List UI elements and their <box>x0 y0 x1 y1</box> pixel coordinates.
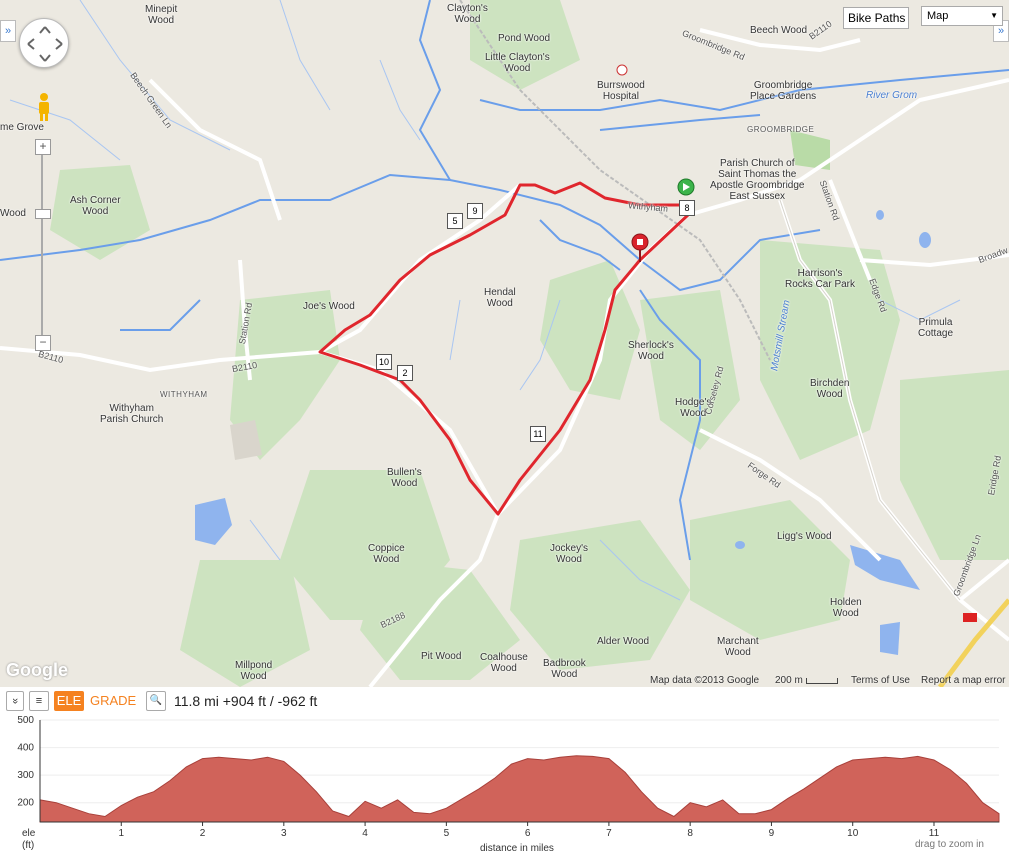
label-wood-left: Wood <box>0 208 26 219</box>
x-tick-label: 9 <box>769 828 775 839</box>
label-burrswood-hospital: Burrswood Hospital <box>597 80 645 102</box>
label-millpond-wood: Millpond Wood <box>235 660 273 682</box>
label-hendal-wood: Hendal Wood <box>484 287 516 309</box>
label-claytons-wood: Clayton's Wood <box>447 3 488 25</box>
x-tick-label: 1 <box>118 828 124 839</box>
bike-paths-button[interactable]: Bike Paths <box>843 7 909 29</box>
terms-of-use-link[interactable]: Terms of Use <box>851 675 910 686</box>
x-axis-label: distance in miles <box>480 843 554 854</box>
x-tick-label: 8 <box>687 828 693 839</box>
elevation-chart[interactable]: 200 300 400 500 1 2 3 4 5 6 7 8 9 10 11 <box>0 687 1009 859</box>
label-pit-wood: Pit Wood <box>421 651 462 662</box>
map-type-select[interactable]: Map ▼ <box>921 6 1003 26</box>
label-bullens-wood: Bullen's Wood <box>387 467 422 489</box>
label-jockeys-wood: Jockey's Wood <box>550 543 589 565</box>
elevation-profile-panel: » ≡ ELE GRADE 🔍 11.8 mi +904 ft / -962 f… <box>0 687 1009 859</box>
zoom-out-button[interactable]: − <box>35 335 51 351</box>
street-view-pegman-icon[interactable] <box>36 92 52 122</box>
x-tick-label: 2 <box>200 828 206 839</box>
label-withyham: WITHYHAM <box>160 390 208 399</box>
label-coalhouse-wood: Coalhouse Wood <box>480 652 528 674</box>
label-ash-corner-wood: Ash Corner Wood <box>70 195 121 217</box>
map-data-attribution: Map data ©2013 Google <box>650 675 760 686</box>
label-coppice-wood: Coppice Wood <box>368 543 405 565</box>
chevron-down-icon: ▼ <box>990 11 998 20</box>
label-home-grove: me Grove <box>0 122 44 133</box>
route-marker[interactable]: 8 <box>679 200 695 216</box>
drag-zoom-hint: drag to zoom in <box>915 839 984 850</box>
x-tick-label: 10 <box>847 828 859 839</box>
pan-arrows-icon <box>27 26 63 62</box>
map-type-value: Map <box>927 10 949 22</box>
label-minepit-wood: Minepit Wood <box>145 4 178 26</box>
label-groombridge-place: Groombridge Place Gardens <box>750 80 817 102</box>
label-liggs-wood: Ligg's Wood <box>777 531 832 542</box>
label-joes-wood: Joe's Wood <box>303 301 355 312</box>
x-tick-label: 11 <box>929 828 940 839</box>
label-primula-cottage: Primula Cottage <box>918 317 954 339</box>
zoom-slider-track[interactable] <box>41 140 43 350</box>
google-logo[interactable]: Google <box>6 660 68 681</box>
route-marker[interactable]: 10 <box>376 354 392 370</box>
label-badbrook-wood: Badbrook Wood <box>543 658 586 680</box>
route-marker[interactable]: 5 <box>447 213 463 229</box>
label-marchant-wood: Marchant Wood <box>717 636 759 658</box>
pan-control[interactable] <box>19 18 69 68</box>
label-alder-wood: Alder Wood <box>597 636 650 647</box>
label-sherlocks-wood: Sherlock's Wood <box>628 340 674 362</box>
zoom-in-button[interactable]: + <box>35 139 51 155</box>
scale-bar <box>806 678 838 684</box>
label-withyham-parish-church: Withyham Parish Church <box>100 403 164 425</box>
y-tick-label: 500 <box>17 715 34 726</box>
label-pond-wood: Pond Wood <box>498 33 551 44</box>
label-groombridge: GROOMBRIDGE <box>747 125 815 134</box>
route-marker[interactable]: 9 <box>467 203 483 219</box>
route-marker[interactable]: 11 <box>530 426 546 442</box>
x-tick-label: 5 <box>444 828 450 839</box>
label-river-grom: River Grom <box>866 90 918 101</box>
label-holden-wood: Holden Wood <box>830 597 862 619</box>
zoom-slider-handle[interactable] <box>35 209 51 219</box>
y-tick-label: 300 <box>17 770 34 781</box>
y-tick-label: 400 <box>17 743 34 754</box>
y-tick-label: 200 <box>17 798 34 809</box>
x-tick-label: 4 <box>362 828 368 839</box>
label-little-claytons-wood: Little Clayton's Wood <box>485 52 550 74</box>
x-tick-label: 7 <box>606 828 612 839</box>
elevation-area <box>39 755 1000 823</box>
label-parish-church-st-thomas: Parish Church of Saint Thomas the Apostl… <box>710 158 805 202</box>
left-panel-toggle-icon[interactable]: » <box>0 20 16 42</box>
label-harrisons-rocks: Harrison's Rocks Car Park <box>785 268 856 290</box>
x-tick-label: 3 <box>281 828 287 839</box>
label-beech-wood: Beech Wood <box>750 25 808 36</box>
report-map-error-link[interactable]: Report a map error <box>921 675 1005 686</box>
scale-label: 200 m <box>775 675 803 686</box>
label-birchden-wood: Birchden Wood <box>810 378 850 400</box>
x-tick-label: 6 <box>525 828 531 839</box>
route-marker[interactable]: 2 <box>397 365 413 381</box>
y-axis-label: ele (ft) <box>22 828 36 851</box>
map-view[interactable]: Minepit Wood Clayton's Wood Pond Wood Li… <box>0 0 1009 687</box>
